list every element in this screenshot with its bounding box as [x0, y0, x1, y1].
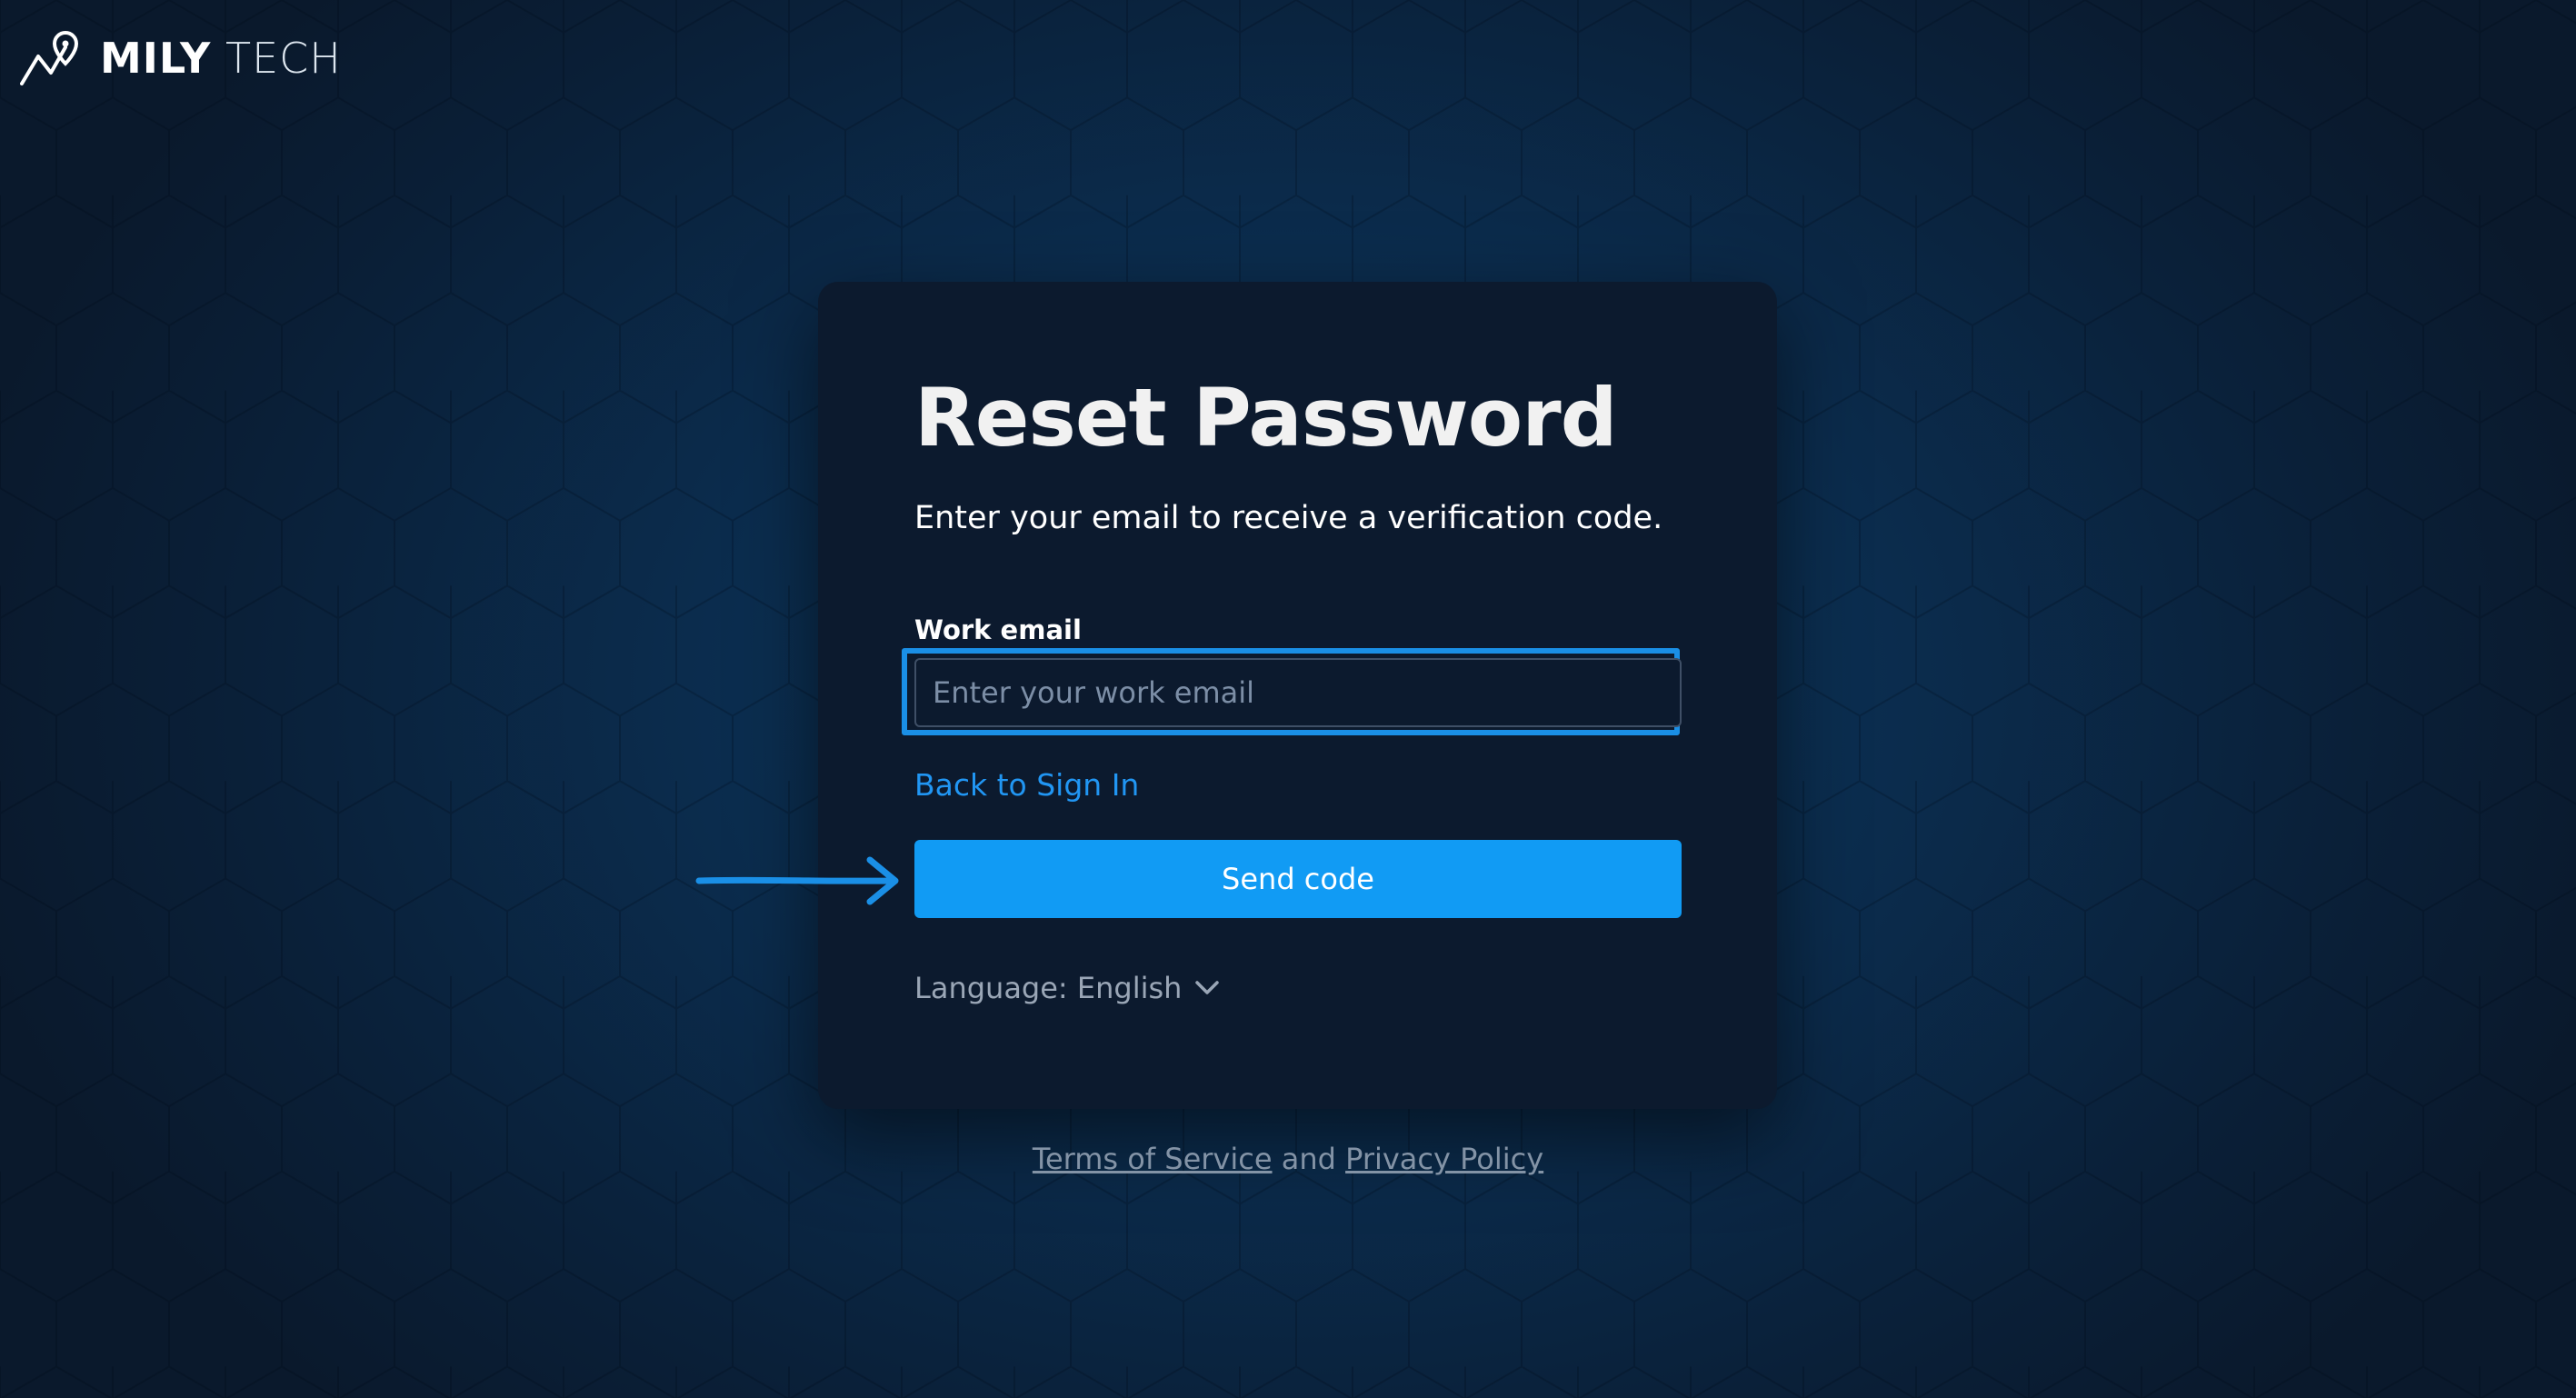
page-title: Reset Password	[914, 371, 1618, 464]
email-field-label: Work email	[914, 614, 1082, 645]
language-label: Language: English	[914, 971, 1183, 1005]
page-subtitle: Enter your email to receive a verificati…	[914, 500, 1663, 536]
language-selector[interactable]: Language: English	[914, 971, 1220, 1005]
terms-of-service-link[interactable]: Terms of Service	[1033, 1142, 1273, 1176]
back-to-sign-in-link[interactable]: Back to Sign In	[914, 767, 1139, 803]
brand-logo[interactable]: MILY TECH	[20, 29, 342, 87]
privacy-policy-link[interactable]: Privacy Policy	[1345, 1142, 1543, 1176]
mountain-pin-icon	[20, 30, 79, 85]
chevron-down-icon	[1195, 981, 1220, 994]
email-field[interactable]	[914, 658, 1682, 727]
brand-name-bold: MILY	[100, 34, 212, 83]
brand-name: MILY TECH	[100, 34, 342, 83]
footer-conjunction: and	[1281, 1142, 1336, 1176]
reset-password-card: Reset Password Enter your email to recei…	[818, 282, 1777, 1109]
legal-footer: Terms of Service and Privacy Policy	[0, 1142, 2576, 1176]
send-code-button[interactable]: Send code	[914, 840, 1682, 918]
brand-name-light: TECH	[225, 34, 342, 83]
arrow-right-icon	[695, 856, 899, 905]
